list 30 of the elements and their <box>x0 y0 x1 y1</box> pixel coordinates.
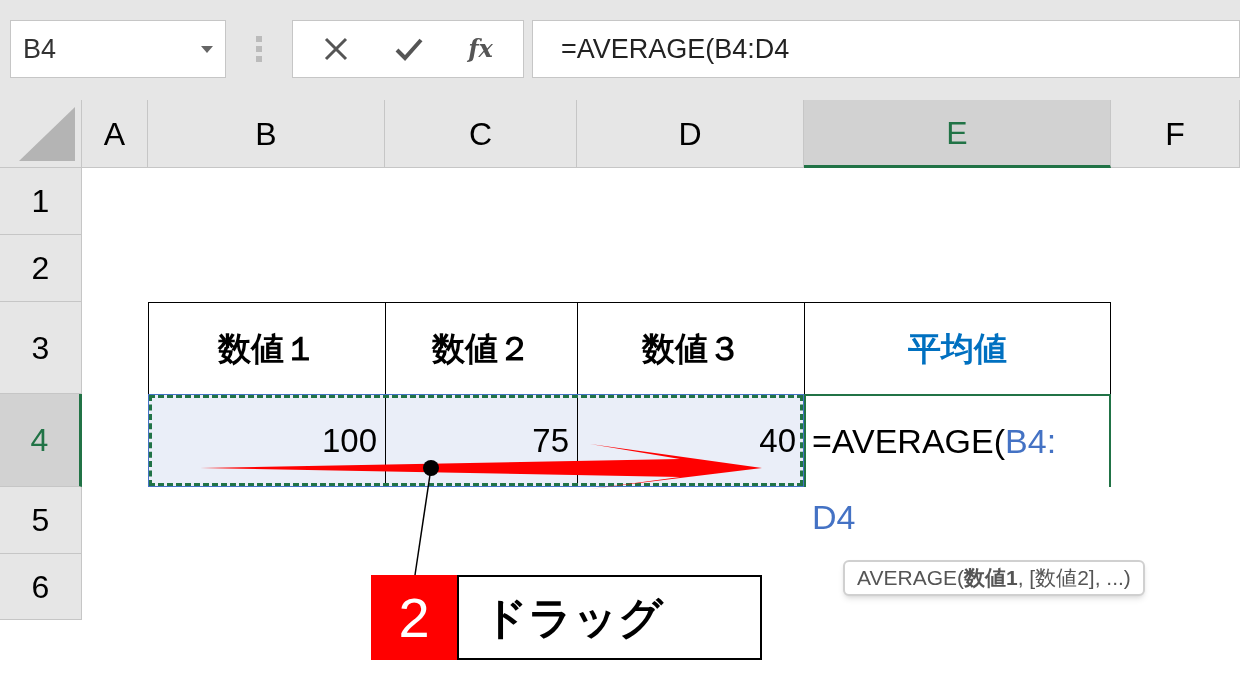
column-header[interactable]: A <box>82 100 148 168</box>
checkmark-icon[interactable] <box>393 36 424 62</box>
name-box[interactable]: B4 <box>10 20 226 78</box>
column-header[interactable]: D <box>577 100 804 168</box>
row-header[interactable]: 4 <box>0 394 82 487</box>
row-header[interactable]: 1 <box>0 168 82 235</box>
drag-handle-icon <box>256 36 262 62</box>
dropdown-caret-icon[interactable] <box>201 45 213 53</box>
editing-cell[interactable]: =AVERAGE(B4: <box>804 394 1111 487</box>
corner-triangle-icon <box>19 107 75 161</box>
row-header[interactable]: 3 <box>0 302 82 394</box>
callout-label: ドラッグ <box>457 575 762 660</box>
column-header[interactable]: E <box>804 100 1111 168</box>
table-header-cell: 数値１ <box>148 302 385 394</box>
formula-text: =AVERAGE(B4: <box>812 422 1057 460</box>
row-header[interactable]: 2 <box>0 235 82 302</box>
close-icon[interactable] <box>323 36 350 62</box>
insert-function-button[interactable]: fx <box>468 31 493 67</box>
column-header[interactable]: C <box>385 100 577 168</box>
leader-dot <box>423 460 439 476</box>
column-header[interactable]: B <box>148 100 385 168</box>
column-header[interactable]: F <box>1111 100 1240 168</box>
row-header[interactable]: 6 <box>0 554 82 620</box>
table-header-cell: 数値３ <box>577 302 804 394</box>
step-number: 2 <box>371 575 457 660</box>
formula-bar[interactable]: =AVERAGE(B4:D4 <box>532 20 1240 78</box>
formula-overflow-text: D4 <box>812 497 856 538</box>
table-header-cell: 数値２ <box>385 302 577 394</box>
row-header[interactable]: 5 <box>0 487 82 554</box>
function-tooltip: AVERAGE(数値1, [数値2], ...) <box>843 560 1145 596</box>
